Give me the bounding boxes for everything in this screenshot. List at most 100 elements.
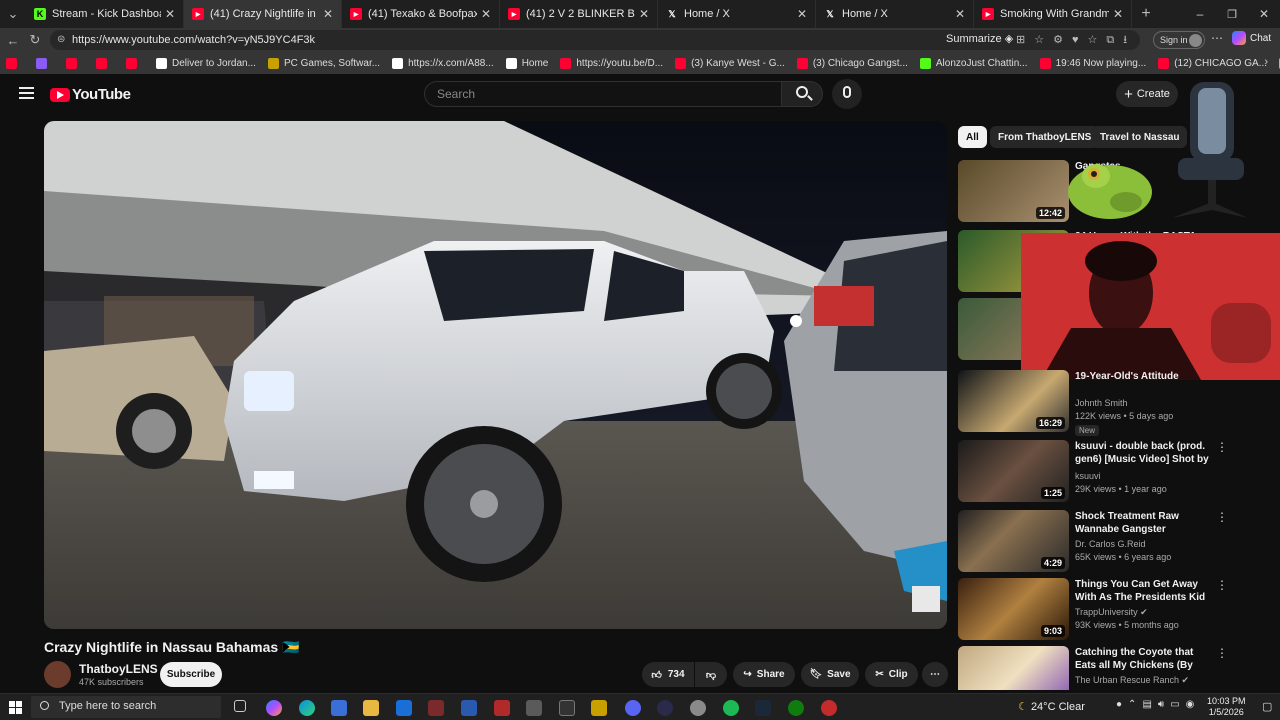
app-taskbar-icon-9[interactable] bbox=[821, 700, 837, 716]
bookmark-item[interactable]: Deliver to Jordan... bbox=[156, 57, 256, 69]
video-thumbnail[interactable]: 9:03 bbox=[958, 578, 1069, 640]
close-tab-icon[interactable]: ✕ bbox=[797, 7, 807, 21]
favorite-star-icon[interactable]: ☆ bbox=[1034, 34, 1053, 46]
recommendation-title[interactable]: Catching the Coyote that Eats all My Chi… bbox=[1075, 646, 1210, 673]
app-taskbar-icon-3[interactable] bbox=[494, 700, 510, 716]
bookmark-item[interactable] bbox=[96, 57, 112, 69]
app-taskbar-icon-1[interactable] bbox=[428, 700, 444, 716]
bookmark-item[interactable]: PC Games, Softwar... bbox=[267, 57, 380, 69]
recommendation-channel[interactable]: ksuuvi bbox=[1075, 471, 1101, 481]
downloads-icon[interactable]: ⭳ bbox=[1123, 34, 1136, 46]
close-window-icon[interactable]: ✕ bbox=[1248, 7, 1280, 21]
bookmark-item[interactable]: (3) Kanye West - G... bbox=[675, 57, 785, 69]
weather-widget[interactable]: ☾ 24°C Clear bbox=[1018, 700, 1085, 713]
video-thumbnail[interactable]: 16:29 bbox=[958, 370, 1069, 432]
clock[interactable]: 10:03 PM 1/5/2026 bbox=[1207, 696, 1246, 718]
browser-tab[interactable]: ▶ Smoking With Grandma on The C ✕ bbox=[974, 0, 1132, 28]
recommendation-title[interactable]: 19-Year-Old's Attitude bbox=[1075, 370, 1210, 383]
app-taskbar-icon-8[interactable] bbox=[690, 700, 706, 716]
recommendation-title[interactable]: Shock Treatment Raw Wannabe Gangster bbox=[1075, 510, 1210, 536]
recommendation-channel[interactable]: The Urban Rescue Ranch ✔ bbox=[1075, 675, 1189, 686]
search-input[interactable]: Search bbox=[424, 81, 782, 107]
reload-icon[interactable]: ↻ bbox=[24, 32, 46, 48]
more-vert-icon[interactable]: ⋮ bbox=[1216, 578, 1228, 592]
maximize-icon[interactable]: ❐ bbox=[1216, 8, 1248, 21]
more-vert-icon[interactable]: ⋮ bbox=[1216, 440, 1228, 454]
channel-name[interactable]: ThatboyLENS bbox=[79, 662, 158, 676]
close-tab-icon[interactable]: ✕ bbox=[323, 7, 333, 21]
browser-tab[interactable]: K Stream - Kick Dashboard ✕ bbox=[26, 0, 184, 28]
mail-taskbar-icon[interactable] bbox=[396, 700, 412, 716]
tray-app-icon[interactable]: ◉ bbox=[1186, 699, 1201, 710]
collections-icon[interactable]: ⧉ bbox=[1106, 34, 1123, 46]
voice-search-button[interactable] bbox=[832, 79, 862, 109]
bookmark-item[interactable] bbox=[36, 57, 52, 69]
bookmark-item[interactable]: https://youtu.be/D... bbox=[560, 57, 663, 69]
new-tab-icon[interactable]: + bbox=[1132, 5, 1160, 23]
browser-tab[interactable]: ▶ (41) Texako & Boofpaxkmooky - 3 ✕ bbox=[342, 0, 500, 28]
app-taskbar-icon-6[interactable] bbox=[591, 700, 607, 716]
youtube-logo[interactable]: YouTube bbox=[50, 86, 131, 103]
search-button[interactable] bbox=[781, 81, 823, 107]
clip-button[interactable]: ✂ Clip bbox=[865, 662, 918, 687]
bookmark-item[interactable]: (12) CHICAGO GA... bbox=[1158, 57, 1267, 69]
back-icon[interactable]: ← bbox=[2, 33, 24, 48]
app-taskbar-icon-2[interactable] bbox=[461, 700, 477, 716]
minimize-icon[interactable]: – bbox=[1184, 7, 1216, 21]
recommendation-title[interactable]: ksuuvi - double back (prod. gen6) [Music… bbox=[1075, 440, 1210, 467]
extensions-icon[interactable]: ⚙ bbox=[1053, 34, 1072, 46]
bookmark-item[interactable]: (3) Chicago Gangst... bbox=[796, 57, 908, 69]
recommendation-channel[interactable]: Johnth Smith bbox=[1075, 398, 1128, 408]
store-taskbar-icon[interactable] bbox=[331, 700, 347, 716]
recommendation-item[interactable]: 9:03 Things You Can Get Away With As The… bbox=[958, 578, 1248, 642]
app-taskbar-icon-5[interactable] bbox=[559, 700, 575, 716]
close-tab-icon[interactable]: ✕ bbox=[955, 7, 965, 21]
bookmark-item[interactable]: 19:46 Now playing... bbox=[1039, 57, 1146, 69]
task-view-icon[interactable] bbox=[234, 700, 246, 712]
microphone-tray-icon[interactable]: ● bbox=[1116, 699, 1128, 710]
site-info-icon[interactable]: ⊜ bbox=[57, 30, 65, 50]
split-screen-icon[interactable]: ⊞ bbox=[1016, 34, 1034, 46]
more-vert-icon[interactable]: ⋮ bbox=[1216, 646, 1228, 660]
dislike-button[interactable]: 👎︎ bbox=[695, 662, 727, 687]
settings-more-icon[interactable]: ⋯ bbox=[1211, 31, 1223, 45]
battery-icon[interactable]: ▭ bbox=[1170, 699, 1185, 710]
browser-tab[interactable]: 𝕏 Home / X ✕ bbox=[816, 0, 974, 28]
channel-avatar[interactable] bbox=[44, 661, 71, 688]
file-explorer-icon[interactable] bbox=[363, 700, 379, 716]
recommendation-item[interactable]: 4:29 Shock Treatment Raw Wannabe Gangste… bbox=[958, 510, 1248, 574]
close-tab-icon[interactable]: ✕ bbox=[1113, 7, 1123, 21]
favorites-icon[interactable]: ☆ bbox=[1088, 34, 1107, 46]
spotify-taskbar-icon[interactable] bbox=[723, 700, 739, 716]
copilot-taskbar-icon[interactable] bbox=[266, 700, 282, 716]
close-tab-icon[interactable]: ✕ bbox=[639, 7, 649, 21]
save-button[interactable]: 🔖︎ Save bbox=[801, 662, 859, 687]
signin-button[interactable]: Sign in bbox=[1153, 31, 1205, 49]
bookmark-item[interactable] bbox=[126, 57, 142, 69]
browser-tab[interactable]: 𝕏 Home / X ✕ bbox=[658, 0, 816, 28]
tray-expand-icon[interactable]: ⌃ bbox=[1128, 699, 1142, 710]
tab-actions-icon[interactable]: ⌄ bbox=[0, 6, 26, 22]
recommendation-title[interactable]: Things You Can Get Away With As The Pres… bbox=[1075, 578, 1210, 604]
close-tab-icon[interactable]: ✕ bbox=[165, 7, 175, 21]
chip-from-channel[interactable]: From ThatboyLENS bbox=[990, 126, 1100, 148]
bookmarks-more-icon[interactable]: › bbox=[1264, 56, 1268, 68]
recommendation-item[interactable]: 1:25 ksuuvi - double back (prod. gen6) [… bbox=[958, 440, 1248, 504]
video-thumbnail[interactable]: 1:25 bbox=[958, 440, 1069, 502]
taskbar-search-input[interactable]: Type here to search bbox=[31, 696, 221, 718]
recommendation-channel[interactable]: TrappUniversity ✔ bbox=[1075, 607, 1148, 618]
bookmark-item[interactable] bbox=[6, 57, 22, 69]
more-actions-button[interactable]: ⋯ bbox=[922, 662, 948, 687]
app-taskbar-icon-4[interactable] bbox=[526, 700, 542, 716]
like-button[interactable]: 👍︎ 734 bbox=[642, 662, 694, 687]
volume-icon[interactable]: 🔊︎ bbox=[1158, 699, 1170, 710]
bookmark-item[interactable]: https://x.com/A88... bbox=[392, 57, 494, 69]
steam-taskbar-icon[interactable] bbox=[755, 700, 771, 716]
share-button[interactable]: ↪ Share bbox=[733, 662, 795, 687]
video-thumbnail[interactable]: 4:29 bbox=[958, 510, 1069, 572]
notification-center-icon[interactable]: ▢ bbox=[1262, 700, 1272, 713]
bookmark-item[interactable] bbox=[66, 57, 82, 69]
video-thumbnail[interactable] bbox=[958, 646, 1069, 690]
summarize-button[interactable]: Summarize ◈ bbox=[946, 32, 1013, 45]
browser-tab[interactable]: ▶ (41) 2 V 2 BLINKER BATTLE - YouT ✕ bbox=[500, 0, 658, 28]
